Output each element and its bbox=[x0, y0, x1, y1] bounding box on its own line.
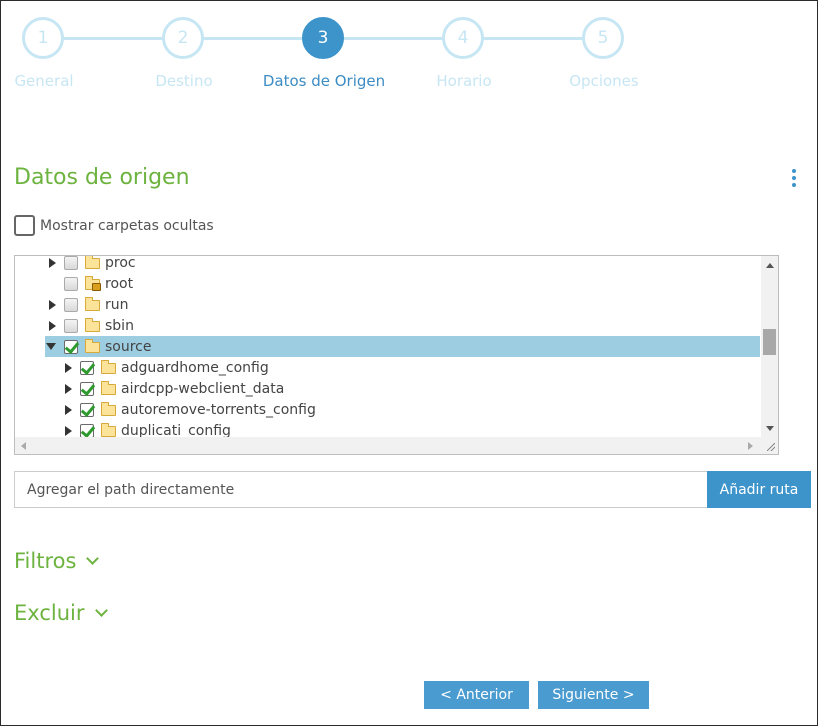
folder-icon bbox=[85, 318, 100, 332]
kebab-menu-icon[interactable] bbox=[790, 169, 798, 189]
scroll-left-arrow-icon[interactable] bbox=[21, 442, 26, 450]
show-hidden-checkbox[interactable] bbox=[14, 215, 35, 236]
collapse-arrow-icon[interactable] bbox=[46, 342, 56, 352]
tree-item-airdcpp-webclient-data[interactable]: airdcpp-webclient_data bbox=[15, 378, 761, 399]
tree-checkbox[interactable] bbox=[64, 318, 78, 333]
step-3-label[interactable]: Datos de Origen bbox=[244, 72, 404, 90]
step-4-label[interactable]: Horario bbox=[384, 72, 544, 90]
tree-checkbox[interactable] bbox=[64, 276, 78, 291]
chevron-down-icon bbox=[94, 604, 108, 617]
step-1-circle[interactable]: 1 bbox=[22, 17, 64, 59]
tree-item-label[interactable]: root bbox=[105, 276, 133, 292]
tree-checkbox-checked[interactable] bbox=[80, 423, 94, 438]
folder-icon bbox=[85, 297, 100, 311]
wizard-stepper: 1 2 3 4 5 General Destino Datos de Orige… bbox=[0, 0, 818, 110]
scroll-down-arrow-icon[interactable] bbox=[766, 426, 774, 431]
tree-item-label[interactable]: autoremove-torrents_config bbox=[121, 402, 316, 418]
step-5-circle[interactable]: 5 bbox=[582, 17, 624, 59]
add-path-button[interactable]: Añadir ruta bbox=[707, 471, 811, 508]
scroll-right-arrow-icon[interactable] bbox=[748, 442, 753, 450]
resize-grip-icon[interactable] bbox=[761, 437, 778, 454]
tree-item-autoremove-torrents-config[interactable]: autoremove-torrents_config bbox=[15, 399, 761, 420]
tree-item-label[interactable]: source bbox=[105, 339, 152, 355]
expand-arrow-icon[interactable] bbox=[63, 425, 73, 436]
exclude-toggle[interactable]: Excluir bbox=[14, 601, 108, 625]
next-button[interactable]: Siguiente > bbox=[538, 681, 649, 709]
expand-arrow-icon[interactable] bbox=[63, 383, 73, 394]
step-3-circle[interactable]: 3 bbox=[302, 17, 344, 59]
tree-item-label[interactable]: airdcpp-webclient_data bbox=[121, 381, 284, 397]
step-2-circle[interactable]: 2 bbox=[162, 17, 204, 59]
tree-item-source[interactable]: source bbox=[15, 336, 761, 357]
step-connector bbox=[203, 37, 303, 40]
show-hidden-label: Mostrar carpetas ocultas bbox=[40, 217, 214, 234]
tree-item-proc[interactable]: proc bbox=[15, 256, 761, 273]
path-input[interactable] bbox=[14, 471, 707, 508]
folder-icon bbox=[101, 360, 116, 374]
step-2-label[interactable]: Destino bbox=[104, 72, 264, 90]
folder-tree[interactable]: proc root run sbin source adguardhome_co… bbox=[14, 255, 779, 455]
tree-item-label[interactable]: adguardhome_config bbox=[121, 360, 269, 376]
tree-item-adguardhome-config[interactable]: adguardhome_config bbox=[15, 357, 761, 378]
tree-item-duplicati-config[interactable]: duplicati_config bbox=[15, 420, 761, 438]
previous-button[interactable]: < Anterior bbox=[424, 681, 529, 709]
scroll-up-arrow-icon[interactable] bbox=[766, 263, 774, 268]
expand-arrow-icon[interactable] bbox=[63, 404, 73, 415]
tree-checkbox-checked[interactable] bbox=[64, 339, 78, 354]
expand-arrow-icon[interactable] bbox=[47, 299, 57, 310]
step-connector bbox=[343, 37, 443, 40]
folder-icon bbox=[101, 423, 116, 437]
tree-vertical-scrollbar[interactable] bbox=[761, 256, 778, 438]
tree-horizontal-scrollbar[interactable] bbox=[15, 437, 761, 454]
tree-checkbox-checked[interactable] bbox=[80, 381, 94, 396]
tree-checkbox-checked[interactable] bbox=[80, 360, 94, 375]
path-input-row: Añadir ruta bbox=[14, 471, 811, 508]
step-5-label[interactable]: Opciones bbox=[524, 72, 684, 90]
folder-locked-icon bbox=[85, 276, 101, 291]
folder-icon bbox=[101, 381, 116, 395]
scroll-thumb[interactable] bbox=[763, 329, 776, 355]
filters-label: Filtros bbox=[14, 549, 77, 573]
tree-item-sbin[interactable]: sbin bbox=[15, 315, 761, 336]
tree-item-label[interactable]: duplicati_config bbox=[121, 423, 231, 439]
folder-tree-rows: proc root run sbin source adguardhome_co… bbox=[15, 256, 761, 438]
tree-item-root[interactable]: root bbox=[15, 273, 761, 294]
tree-checkbox[interactable] bbox=[64, 297, 78, 312]
tree-item-run[interactable]: run bbox=[15, 294, 761, 315]
folder-icon bbox=[101, 402, 116, 416]
selected-row-highlight bbox=[45, 336, 760, 357]
show-hidden-folders-toggle[interactable]: Mostrar carpetas ocultas bbox=[14, 215, 214, 236]
tree-checkbox-checked[interactable] bbox=[80, 402, 94, 417]
chevron-down-icon bbox=[86, 552, 100, 565]
exclude-label: Excluir bbox=[14, 601, 85, 625]
step-connector bbox=[63, 37, 163, 40]
filters-toggle[interactable]: Filtros bbox=[14, 549, 100, 573]
tree-item-label[interactable]: proc bbox=[105, 256, 136, 271]
tree-checkbox[interactable] bbox=[64, 256, 78, 270]
expand-arrow-icon[interactable] bbox=[63, 362, 73, 373]
section-title: Datos de origen bbox=[14, 165, 190, 190]
tree-item-label[interactable]: run bbox=[105, 297, 129, 313]
step-4-circle[interactable]: 4 bbox=[442, 17, 484, 59]
folder-icon bbox=[85, 339, 100, 353]
tree-item-label[interactable]: sbin bbox=[105, 318, 134, 334]
expand-arrow-icon[interactable] bbox=[47, 320, 57, 331]
step-connector bbox=[483, 37, 583, 40]
expand-arrow-icon[interactable] bbox=[47, 257, 57, 268]
folder-icon bbox=[85, 256, 100, 269]
